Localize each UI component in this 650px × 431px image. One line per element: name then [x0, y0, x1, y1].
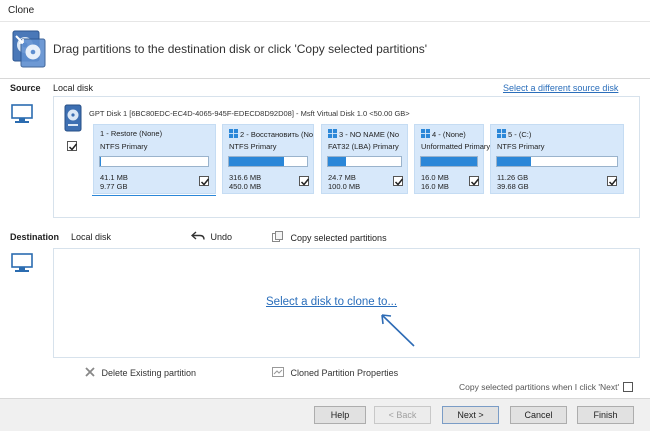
clone-icon	[12, 30, 46, 68]
header-instruction: Drag partitions to the destination disk …	[53, 42, 428, 56]
partition-total: 9.77 GB	[100, 182, 128, 191]
window-title: Clone	[8, 5, 35, 16]
partition-total: 16.0 MB	[421, 182, 449, 191]
back-button[interactable]: < Back	[374, 406, 431, 424]
next-button[interactable]: Next >	[442, 406, 499, 424]
copy-on-next-label: Copy selected partitions when I click 'N…	[459, 382, 620, 392]
copy-selected-label: Copy selected partitions	[290, 233, 387, 243]
partition-label: 5 - (C:)	[508, 130, 532, 139]
cloned-partition-properties-button[interactable]: Cloned Partition Properties	[272, 367, 398, 378]
partition-checkbox[interactable]	[607, 176, 618, 186]
undo-label: Undo	[210, 232, 233, 242]
partition-type: NTFS Primary	[229, 142, 277, 151]
destination-label: Destination	[10, 232, 60, 242]
partition-used: 41.1 MB	[100, 173, 128, 182]
partition-type: FAT32 (LBA) Primary	[328, 142, 399, 151]
delete-icon	[85, 367, 95, 377]
partition-used: 316.6 MB	[229, 173, 262, 182]
partition-label: 1 - Restore (None)	[100, 129, 163, 138]
partition-usage-bar	[496, 156, 618, 167]
partition-usage-bar	[228, 156, 308, 167]
cancel-button[interactable]: Cancel	[510, 406, 567, 424]
partition-checkbox[interactable]	[199, 176, 210, 186]
partition-selection-underline	[92, 195, 216, 196]
arrow-annotation	[378, 311, 418, 351]
partition-4[interactable]: 4 - (None) Unformatted Primary 16.0 MB 1…	[414, 124, 490, 194]
select-source-disk-link[interactable]: Select a different source disk	[503, 83, 618, 93]
partition-type: NTFS Primary	[100, 142, 148, 151]
partition-checkbox[interactable]	[299, 176, 310, 186]
partition-checkbox[interactable]	[393, 176, 404, 186]
finish-button[interactable]: Finish	[577, 406, 634, 424]
source-monitor-icon	[11, 103, 33, 127]
undo-button[interactable]: Undo	[190, 231, 233, 242]
copy-on-next-option[interactable]: Copy selected partitions when I click 'N…	[459, 382, 619, 392]
partition-usage-fill	[328, 157, 347, 166]
partition-usage-fill	[421, 157, 477, 166]
windows-icon	[421, 129, 430, 138]
partition-2[interactable]: 2 - Восстановить (No NTFS Primary 316.6 …	[222, 124, 314, 194]
partition-5[interactable]: 5 - (C:) NTFS Primary 11.26 GB 39.68 GB	[490, 124, 624, 194]
partition-used: 16.0 MB	[421, 173, 449, 182]
help-button[interactable]: Help	[314, 406, 366, 424]
partition-used: 11.26 GB	[497, 173, 529, 182]
windows-icon	[328, 129, 337, 138]
title-bar: Clone	[0, 0, 650, 22]
partition-type: Unformatted Primary	[421, 142, 491, 151]
copy-selected-partitions-button[interactable]: Copy selected partitions	[272, 231, 387, 243]
windows-icon	[497, 129, 506, 138]
partition-label: 2 - Восстановить (No	[240, 130, 314, 139]
partition-label: 4 - (None)	[432, 130, 466, 139]
partition-label: 3 - NO NAME (No	[339, 130, 400, 139]
partition-used: 24.7 MB	[328, 173, 356, 182]
source-label: Source	[10, 83, 41, 93]
windows-icon	[229, 129, 238, 138]
properties-icon	[272, 367, 284, 377]
properties-label: Cloned Partition Properties	[290, 368, 399, 378]
hard-disk-icon	[64, 104, 82, 134]
copy-icon	[272, 231, 283, 242]
partition-usage-bar	[99, 156, 209, 167]
partition-type: NTFS Primary	[497, 142, 545, 151]
partition-usage-fill	[497, 157, 531, 166]
delete-partition-button[interactable]: Delete Existing partition	[85, 367, 196, 378]
undo-icon	[190, 231, 205, 240]
destination-disk-label: Local disk	[71, 232, 112, 242]
partition-usage-bar	[420, 156, 478, 167]
partition-usage-fill	[229, 157, 284, 166]
header-divider	[0, 78, 650, 79]
disk-info-text: GPT Disk 1 [6BC80EDC-EC4D-4065-945F-EDEC…	[89, 109, 410, 118]
destination-monitor-icon	[11, 252, 33, 276]
source-disk-label: Local disk	[53, 83, 94, 93]
partition-total: 100.0 MB	[328, 182, 361, 191]
copy-on-next-checkbox[interactable]	[623, 382, 633, 392]
select-destination-disk-link[interactable]: Select a disk to clone to...	[266, 296, 397, 308]
delete-partition-label: Delete Existing partition	[101, 368, 197, 378]
partition-usage-bar	[327, 156, 402, 167]
partition-1[interactable]: 1 - Restore (None) NTFS Primary 41.1 MB …	[93, 124, 216, 194]
partition-total: 39.68 GB	[497, 182, 529, 191]
source-disk-checkbox[interactable]	[67, 141, 78, 151]
partition-total: 450.0 MB	[229, 182, 262, 191]
partition-3[interactable]: 3 - NO NAME (No FAT32 (LBA) Primary 24.7…	[321, 124, 408, 194]
partition-checkbox[interactable]	[469, 176, 480, 186]
